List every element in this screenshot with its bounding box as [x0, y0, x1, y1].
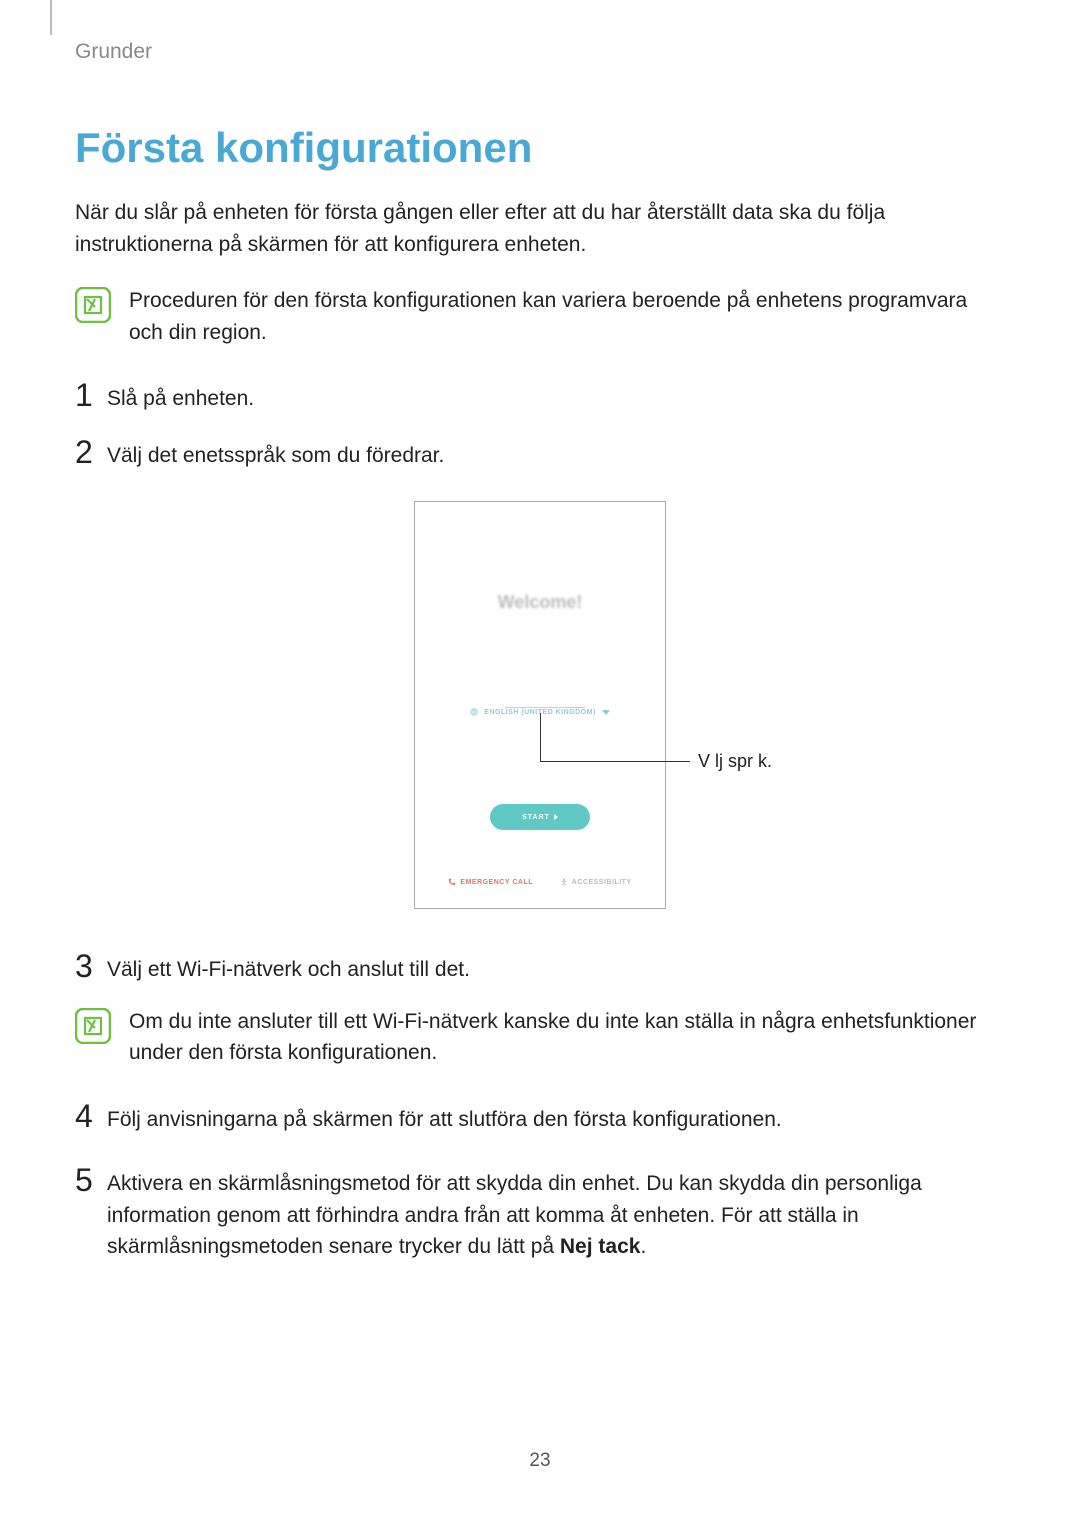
start-button[interactable]: START [490, 804, 590, 830]
step-2: 2 Välj det enetsspråk som du föredrar. [75, 435, 1005, 472]
welcome-label: Welcome! [498, 592, 583, 613]
step-4-text: Följ anvisningarna på skärmen för att sl… [107, 1099, 782, 1136]
emergency-label: EMERGENCY CALL [460, 879, 533, 886]
globe-icon [470, 708, 478, 716]
chevron-right-icon [554, 814, 558, 820]
step-3: 3 Välj ett Wi-Fi-nätverk och anslut till… [75, 949, 1005, 986]
step-5-num: 5 [75, 1163, 107, 1198]
info-note-1: Proceduren för den första konfiguratione… [75, 285, 1005, 348]
accessibility-link[interactable]: ACCESSIBILITY [560, 878, 632, 886]
page-title: Första konfigurationen [75, 124, 1005, 172]
step-1-text: Slå på enheten. [107, 378, 254, 415]
step-1-num: 1 [75, 378, 107, 413]
note-2-text: Om du inte ansluter till ett Wi-Fi-nätve… [129, 1006, 1005, 1069]
phone-icon [448, 878, 456, 886]
intro-text: När du slår på enheten för första gången… [75, 197, 1005, 260]
step-2-text: Välj det enetsspråk som du föredrar. [107, 435, 444, 472]
note-1-text: Proceduren för den första konfiguratione… [129, 285, 1005, 348]
step-1: 1 Slå på enheten. [75, 378, 1005, 415]
phone-mockup: Welcome! ENGLISH (UNITED KINGDOM) START … [414, 501, 666, 909]
step-5: 5 Aktivera en skärmlåsningsmetod för att… [75, 1163, 1005, 1263]
note-icon [75, 287, 111, 323]
chevron-down-icon [602, 710, 610, 715]
callout-label: V lj spr k. [698, 751, 772, 772]
accessibility-label: ACCESSIBILITY [572, 879, 632, 886]
note-icon [75, 1008, 111, 1044]
step-5-text: Aktivera en skärmlåsningsmetod för att s… [107, 1163, 1005, 1263]
start-label: START [522, 814, 550, 821]
step-4: 4 Följ anvisningarna på skärmen för att … [75, 1099, 1005, 1136]
step-4-num: 4 [75, 1099, 107, 1134]
info-note-2: Om du inte ansluter till ett Wi-Fi-nätve… [75, 1006, 1005, 1069]
accessibility-icon [560, 878, 568, 886]
step-3-text: Välj ett Wi-Fi-nätverk och anslut till d… [107, 949, 470, 986]
step-3-num: 3 [75, 949, 107, 984]
emergency-call-link[interactable]: EMERGENCY CALL [448, 878, 533, 886]
page-number: 23 [0, 1450, 1080, 1472]
breadcrumb: Grunder [75, 40, 1005, 64]
step-2-num: 2 [75, 435, 107, 470]
